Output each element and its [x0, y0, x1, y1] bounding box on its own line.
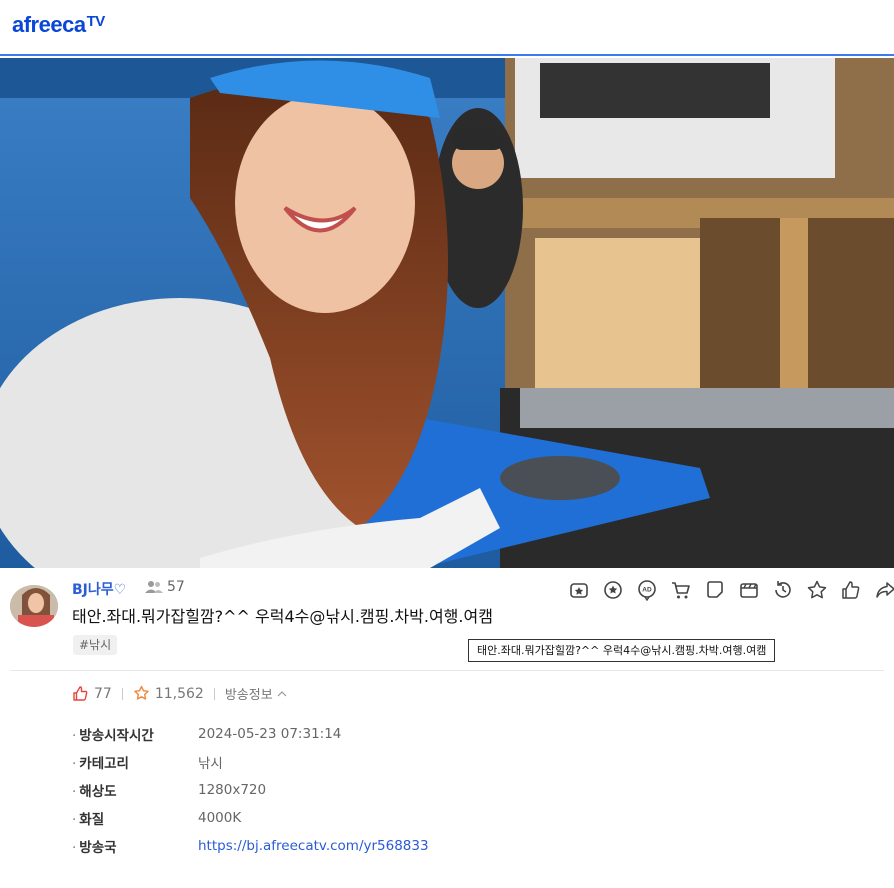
broadcast-title: 태안.좌대.뭐가잡힐깜?^^ 우럭4수@낚시.캠핑.차박.여행.여캠: [72, 607, 493, 626]
section-divider: [10, 670, 884, 671]
detail-value: 낚시: [198, 756, 223, 772]
broadcast-toolbar: AD: [562, 576, 894, 604]
video-frame-image: [0, 58, 894, 568]
bj-name-link[interactable]: BJ나무♡: [72, 579, 126, 599]
ad-balloon-button[interactable]: AD: [630, 576, 664, 604]
viewers-icon: [145, 581, 163, 593]
timeshift-button[interactable]: [766, 576, 800, 604]
detail-key: 화질: [72, 808, 198, 828]
viewer-count-value: 57: [167, 579, 185, 595]
detail-key: 방송국: [72, 836, 198, 856]
viewer-count: 57: [145, 579, 185, 595]
clip-button[interactable]: [732, 576, 766, 604]
detail-value: 2024-05-23 07:31:14: [198, 726, 342, 742]
chat-button[interactable]: [698, 576, 732, 604]
favorite-count-value: 11,562: [154, 685, 204, 702]
bj-avatar[interactable]: [10, 585, 58, 627]
stats-row: 77 11,562 방송정보: [72, 684, 287, 703]
broadcast-info-toggle[interactable]: 방송정보: [225, 684, 287, 703]
detail-key: 카테고리: [72, 752, 198, 772]
favorite-button[interactable]: [800, 576, 834, 604]
detail-row-station: 방송국 https://bj.afreecatv.com/yr568833: [72, 832, 429, 860]
stats-separator: [213, 687, 215, 700]
detail-row-start-time: 방송시작시간 2024-05-23 07:31:14: [72, 720, 429, 748]
afreecatv-logo[interactable]: afreecaTV: [12, 12, 105, 38]
detail-value: 1280x720: [198, 782, 267, 798]
broadcast-info-panel: BJ나무♡ 57 태안.좌대.뭐가잡힐깜?^^ 우럭4수@낚시.캠핑.차박.여행…: [0, 568, 894, 888]
up-button[interactable]: [834, 576, 868, 604]
sticker-button[interactable]: [596, 576, 630, 604]
star-balloon-icon: [570, 583, 588, 598]
detail-key: 해상도: [72, 780, 198, 800]
shop-button[interactable]: [664, 576, 698, 604]
share-icon: [876, 582, 894, 598]
top-header: afreecaTV: [0, 0, 894, 56]
station-link[interactable]: https://bj.afreecatv.com/yr568833: [198, 838, 429, 854]
chevron-up-icon: [277, 690, 287, 696]
video-player[interactable]: [0, 58, 894, 568]
favorite-star-icon: [807, 580, 827, 599]
detail-value: 4000K: [198, 810, 242, 826]
favorite-count[interactable]: 11,562: [133, 685, 204, 702]
history-icon: [775, 581, 791, 598]
svg-text:AD: AD: [642, 587, 652, 594]
stats-separator: [121, 687, 123, 700]
clip-icon: [740, 583, 758, 598]
favorite-count-star-icon: [134, 685, 149, 700]
thumbs-up-icon: [842, 581, 860, 599]
ad-balloon-icon: AD: [638, 580, 656, 601]
up-count-value: 77: [94, 685, 112, 702]
up-icon: [73, 686, 88, 701]
up-count[interactable]: 77: [72, 685, 112, 702]
share-button[interactable]: [868, 576, 894, 604]
sticker-icon: [604, 581, 622, 599]
chat-bubble-icon: [707, 581, 723, 598]
broadcast-info-label: 방송정보: [224, 688, 273, 703]
hashtag-fishing[interactable]: #낚시: [73, 635, 118, 655]
detail-row-quality: 화질 4000K: [72, 804, 429, 832]
broadcast-details: 방송시작시간 2024-05-23 07:31:14 카테고리 낚시 해상도 1…: [72, 720, 429, 860]
detail-row-resolution: 해상도 1280x720: [72, 776, 429, 804]
cart-icon: [672, 582, 690, 599]
detail-key: 방송시작시간: [72, 724, 198, 744]
title-tooltip: 태안.좌대.뭐가잡힐깜?^^ 우럭4수@낚시.캠핑.차박.여행.여캠: [468, 639, 776, 662]
star-balloon-button[interactable]: [562, 576, 596, 604]
detail-row-category: 카테고리 낚시: [72, 748, 429, 776]
